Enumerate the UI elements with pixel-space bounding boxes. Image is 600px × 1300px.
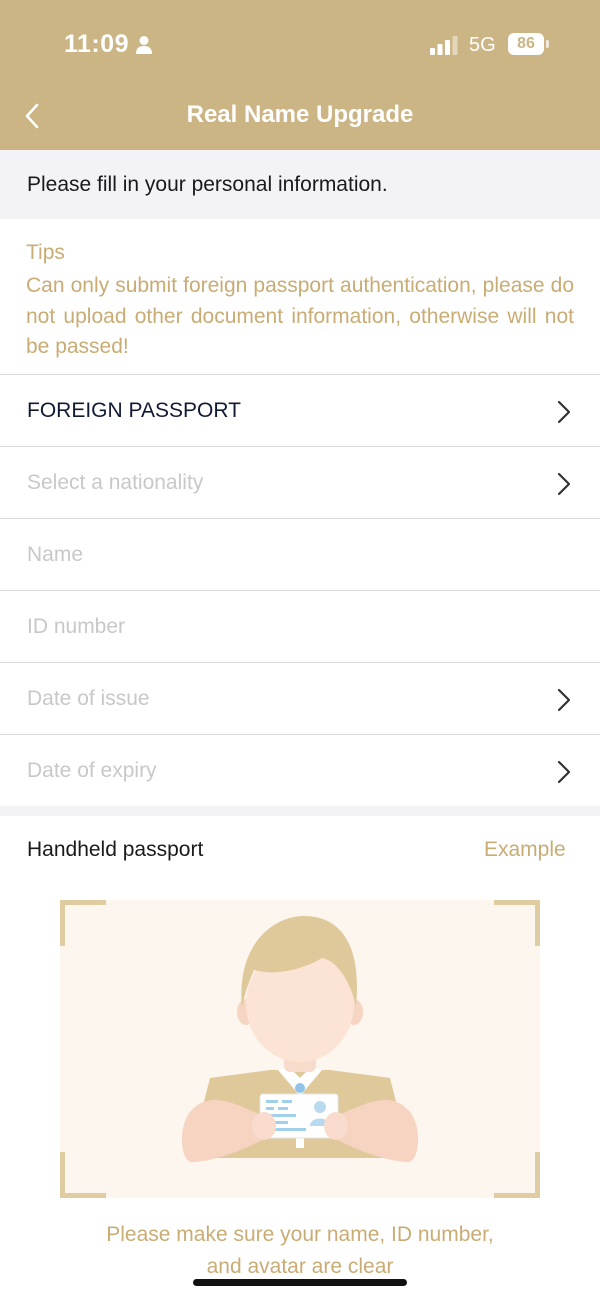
handheld-passport-title: Handheld passport — [27, 838, 204, 861]
document-type-row[interactable]: FOREIGN PASSPORT — [0, 375, 600, 447]
date-of-expiry-row[interactable]: Date of expiry — [0, 735, 600, 807]
name-placeholder: Name — [27, 543, 84, 566]
date-of-issue-row[interactable]: Date of issue — [0, 663, 600, 735]
network-type: 5G — [469, 34, 496, 56]
tips-title: Tips — [26, 241, 65, 264]
info-banner: Please fill in your personal information… — [0, 150, 600, 219]
chevron-right-icon — [557, 400, 571, 424]
handheld-passport-illustration — [60, 900, 540, 1198]
handheld-passport-upload[interactable] — [60, 900, 540, 1198]
info-banner-text: Please fill in your personal information… — [27, 173, 388, 196]
tips-body: Can only submit foreign passport authent… — [26, 274, 574, 358]
section-divider — [0, 806, 600, 816]
name-field[interactable]: Name — [0, 519, 600, 591]
example-link[interactable]: Example — [484, 838, 566, 862]
chevron-right-icon — [557, 688, 571, 712]
person-icon — [136, 36, 152, 54]
app-header: 11:09 5G 86 Real Name Upgrade — [0, 0, 600, 150]
nationality-placeholder: Select a nationality — [27, 471, 204, 494]
tips-section: Tips Can only submit foreign passport au… — [0, 219, 600, 375]
upload-hint-line1: Please make sure your name, ID number, — [106, 1223, 494, 1246]
status-time: 11:09 — [64, 30, 130, 58]
date-of-expiry-placeholder: Date of expiry — [27, 759, 157, 782]
document-type-value: FOREIGN PASSPORT — [27, 399, 241, 422]
nationality-row[interactable]: Select a nationality — [0, 447, 600, 519]
page-title: Real Name Upgrade — [186, 101, 414, 128]
upload-hint: Please make sure your name, ID number, a… — [0, 1219, 600, 1283]
battery-icon: 86 — [508, 33, 550, 55]
home-indicator — [193, 1279, 407, 1286]
chevron-right-icon — [557, 472, 571, 496]
battery-level: 86 — [508, 33, 544, 55]
battery-tip — [546, 40, 549, 48]
date-of-issue-placeholder: Date of issue — [27, 687, 150, 710]
signal-icon — [430, 36, 458, 55]
id-number-placeholder: ID number — [27, 615, 126, 638]
id-number-field[interactable]: ID number — [0, 591, 600, 663]
chevron-right-icon — [557, 760, 571, 784]
status-bar: 11:09 5G 86 — [0, 0, 600, 90]
